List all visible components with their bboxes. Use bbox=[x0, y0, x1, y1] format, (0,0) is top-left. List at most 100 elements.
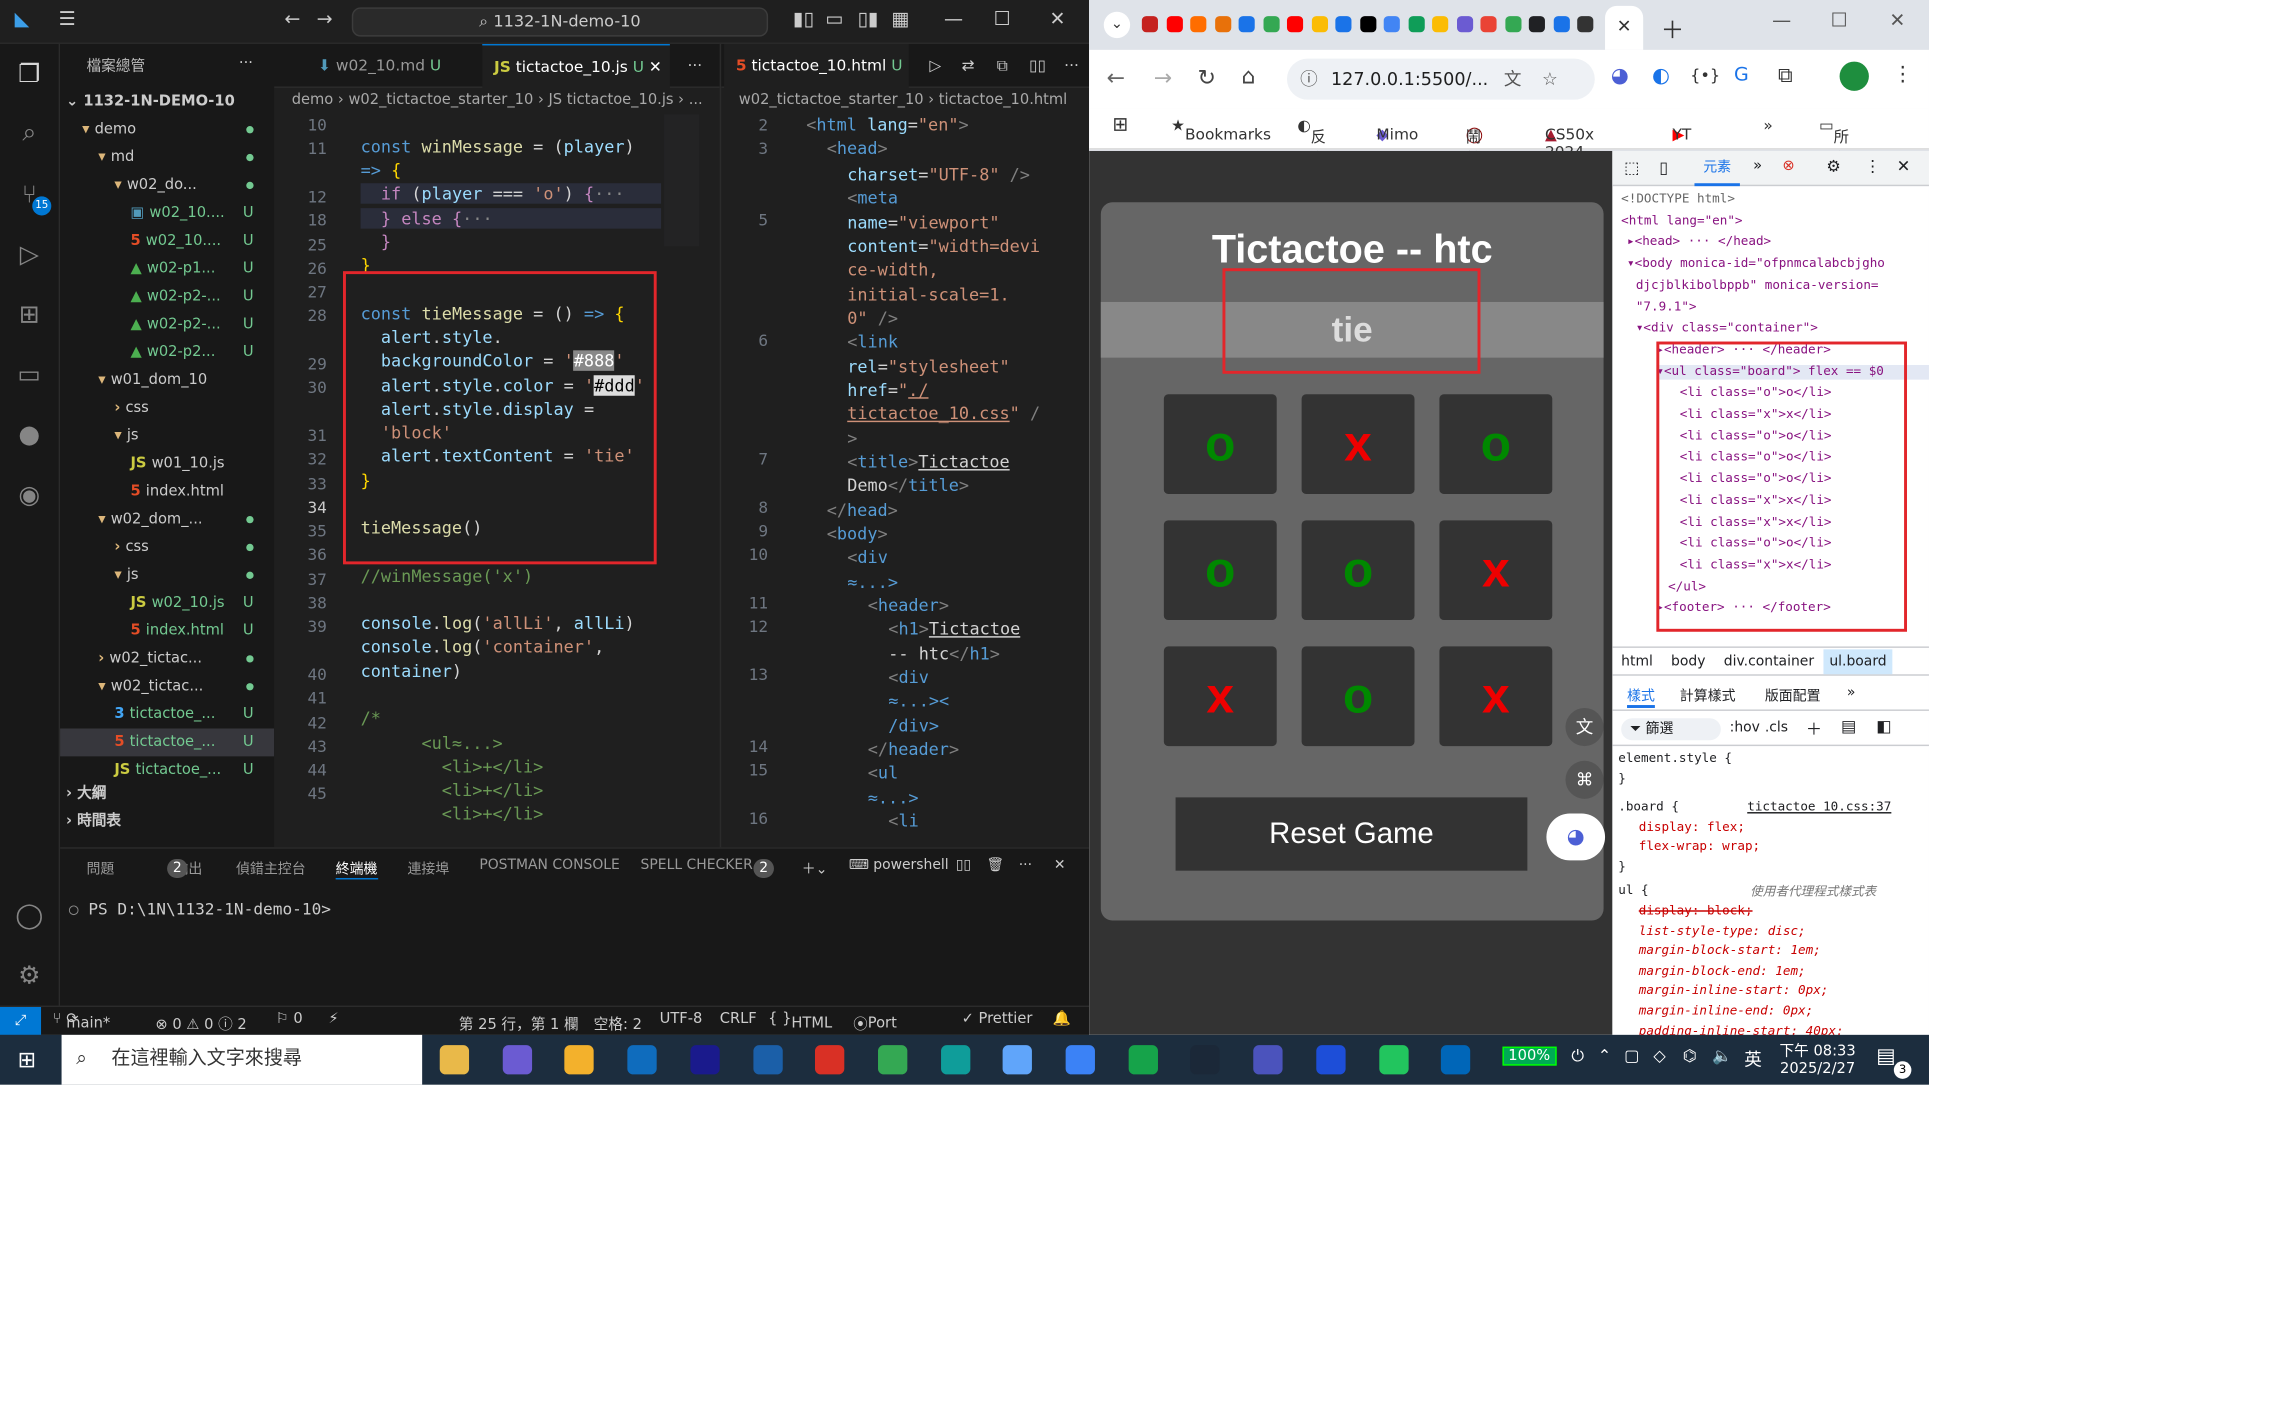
pinned-tab-favicon-icon[interactable] bbox=[1577, 16, 1594, 33]
tree-item[interactable]: 5 w02_10.... U bbox=[60, 227, 274, 255]
editor-more-icon[interactable]: ··· bbox=[1052, 44, 1079, 88]
css-rule[interactable]: } bbox=[1618, 772, 1626, 787]
apps-grid-icon[interactable]: ⊞ bbox=[1113, 114, 1129, 136]
extensions-icon[interactable]: ⊞ bbox=[13, 299, 45, 331]
dom-node[interactable]: ▾<div class="container"> bbox=[1636, 321, 1818, 336]
tab-computed[interactable]: 計算樣式 bbox=[1680, 685, 1736, 705]
chrome-menu-icon[interactable]: ⋮ bbox=[1892, 63, 1913, 86]
board-cell[interactable]: x bbox=[1163, 646, 1277, 747]
crumb[interactable]: html bbox=[1621, 654, 1653, 670]
taskbar-search[interactable]: ⌕ 在這裡輸入文字來搜尋 bbox=[61, 1034, 423, 1085]
bookmark-item[interactable]: ◐ 反白 bbox=[1297, 117, 1326, 168]
tree-item[interactable]: › w02_tictac... bbox=[60, 645, 274, 673]
tree-item[interactable]: ▣ w02_10.... U bbox=[60, 199, 274, 227]
extensions-puzzle-icon[interactable]: ⧉ bbox=[1778, 64, 1793, 87]
edge-icon[interactable] bbox=[940, 1045, 970, 1075]
css-declaration[interactable]: margin-inline-end: 0px; bbox=[1639, 1004, 1813, 1019]
app-icon[interactable] bbox=[1128, 1045, 1158, 1075]
pinned-tab-favicon-icon[interactable] bbox=[1166, 16, 1183, 33]
wifi-icon[interactable]: ⌬ bbox=[1683, 1047, 1697, 1066]
close-tab-icon[interactable]: ✕ bbox=[1617, 16, 1632, 37]
problems-status[interactable]: ⊗ 0 ⚠ 0 ⓘ 2 bbox=[155, 1011, 246, 1033]
tree-item[interactable]: 5 index.html bbox=[60, 478, 274, 506]
tree-item[interactable]: ▾ w02_do... bbox=[60, 171, 274, 199]
tray-expand-icon[interactable]: ⌃ bbox=[1598, 1047, 1612, 1066]
chrome-maximize-icon[interactable]: ☐ bbox=[1831, 10, 1848, 32]
more-style-tabs-icon[interactable]: » bbox=[1847, 685, 1856, 701]
element-state-icon[interactable]: ▤ bbox=[1841, 717, 1856, 736]
more-actions-icon[interactable]: ··· bbox=[239, 50, 253, 78]
css-declaration[interactable]: margin-block-end: 1em; bbox=[1639, 964, 1806, 979]
pinned-tab-favicon-icon[interactable] bbox=[1383, 16, 1400, 33]
pinned-tab-favicon-icon[interactable] bbox=[1504, 16, 1521, 33]
pinned-tab-favicon-icon[interactable] bbox=[1141, 16, 1158, 33]
battery-indicator[interactable]: 100% bbox=[1502, 1046, 1557, 1066]
lightning-icon[interactable]: ⚡ bbox=[328, 1011, 338, 1027]
maximize-icon[interactable]: ☐ bbox=[994, 9, 1011, 31]
profile-avatar[interactable] bbox=[1839, 61, 1869, 91]
new-terminal-icon[interactable]: ＋⌄ bbox=[802, 857, 828, 878]
css-declaration[interactable]: flex-wrap: wrap; bbox=[1639, 840, 1760, 855]
tree-item[interactable]: › css bbox=[60, 394, 274, 422]
css-rule[interactable]: } bbox=[1618, 860, 1626, 875]
pinned-tab-favicon-icon[interactable] bbox=[1311, 16, 1328, 33]
devtools-close-icon[interactable]: ✕ bbox=[1897, 157, 1911, 176]
board-cell[interactable]: o bbox=[1163, 394, 1277, 494]
tree-item[interactable]: 5 index.html U bbox=[60, 617, 274, 645]
app-icon[interactable] bbox=[1315, 1045, 1346, 1075]
tree-item[interactable]: ▾ demo bbox=[60, 116, 274, 144]
network-icon[interactable]: ◇ bbox=[1653, 1047, 1665, 1066]
panel-tab[interactable]: 終端機 bbox=[335, 857, 378, 880]
clock-date[interactable]: 2025/2/27 bbox=[1777, 1061, 1859, 1077]
split-editor-icon[interactable]: ▯▯ bbox=[1017, 44, 1046, 88]
volume-icon[interactable]: 🔈 bbox=[1712, 1047, 1732, 1066]
settings-gear-icon[interactable]: ⚙ bbox=[13, 960, 45, 992]
floating-monica-icon[interactable]: ◕ bbox=[1546, 813, 1606, 861]
language-mode[interactable]: { } HTML bbox=[768, 1011, 832, 1032]
crumb-selected[interactable]: ul.board bbox=[1823, 649, 1893, 675]
pinned-tab-favicon-icon[interactable] bbox=[1190, 16, 1207, 33]
all-bookmarks[interactable]: ▭ 所有書籤 bbox=[1819, 117, 1849, 212]
css-rule[interactable]: ul { bbox=[1618, 884, 1648, 899]
tree-item[interactable]: ▾ md bbox=[60, 144, 274, 172]
vscode-taskbar-icon[interactable] bbox=[1441, 1045, 1471, 1075]
error-indicator-icon[interactable]: ⊗ bbox=[1782, 158, 1794, 174]
eol[interactable]: CRLF bbox=[720, 1011, 757, 1027]
sidebar-toggle-icon[interactable]: ◧ bbox=[1876, 717, 1891, 736]
css-declaration[interactable]: list-style-type: disc; bbox=[1639, 925, 1806, 940]
app-icon[interactable] bbox=[1065, 1045, 1095, 1075]
live-server-port[interactable]: ⦿ Port : 5500 bbox=[853, 1011, 897, 1035]
tab-styles[interactable]: 樣式 bbox=[1627, 685, 1655, 708]
css-declaration[interactable]: padding-inline-start: 40px; bbox=[1639, 1025, 1844, 1035]
minimap[interactable] bbox=[664, 114, 700, 247]
chrome-close-icon[interactable]: ✕ bbox=[1889, 10, 1905, 32]
menu-icon[interactable]: ☰ bbox=[59, 9, 76, 31]
tree-item[interactable]: ▲ w02-p2-... U bbox=[60, 311, 274, 339]
extension-icon[interactable]: ◐ bbox=[1652, 64, 1670, 87]
back-arrow-icon[interactable]: ← bbox=[284, 9, 300, 31]
css-declaration[interactable]: margin-block-start: 1em; bbox=[1639, 944, 1821, 959]
chrome-minimize-icon[interactable]: — bbox=[1772, 10, 1791, 32]
tab-search-icon[interactable]: ⌄ bbox=[1103, 11, 1131, 39]
pinned-tab-favicon-icon[interactable] bbox=[1528, 16, 1545, 33]
tab-layout[interactable]: 版面配置 bbox=[1765, 685, 1821, 705]
tree-item[interactable]: ▾ js bbox=[60, 422, 274, 450]
tree-item[interactable]: ▲ w02-p2... U bbox=[60, 339, 274, 367]
ports-status[interactable]: ⚐ 0 bbox=[276, 1011, 303, 1027]
search-icon[interactable]: ⌕ bbox=[13, 117, 45, 149]
floating-translate-icon[interactable]: 文 bbox=[1565, 707, 1604, 747]
compare-icon[interactable]: ⇄ bbox=[950, 44, 975, 88]
new-tab-icon[interactable]: ＋ bbox=[1661, 10, 1684, 45]
open-preview-icon[interactable]: ⧉ bbox=[985, 44, 1008, 88]
power-plug-icon[interactable]: ⏻ bbox=[1571, 1047, 1584, 1068]
explorer-icon[interactable]: ❐ bbox=[13, 59, 45, 91]
board-cell[interactable]: x bbox=[1439, 646, 1553, 747]
tree-item[interactable]: › css bbox=[60, 534, 274, 562]
tab-js[interactable]: JS tictactoe_10.js U ✕ bbox=[482, 43, 670, 88]
file-explorer-icon[interactable] bbox=[564, 1045, 595, 1075]
hov-toggle[interactable]: :hov bbox=[1730, 720, 1760, 736]
pinned-tab-favicon-icon[interactable] bbox=[1432, 16, 1449, 33]
outline-section[interactable]: › 大綱 bbox=[66, 780, 106, 808]
bookmark-star-icon[interactable]: ☆ bbox=[1542, 59, 1558, 100]
bookmark-item[interactable]: ★ Bookmarks bbox=[1171, 117, 1271, 143]
